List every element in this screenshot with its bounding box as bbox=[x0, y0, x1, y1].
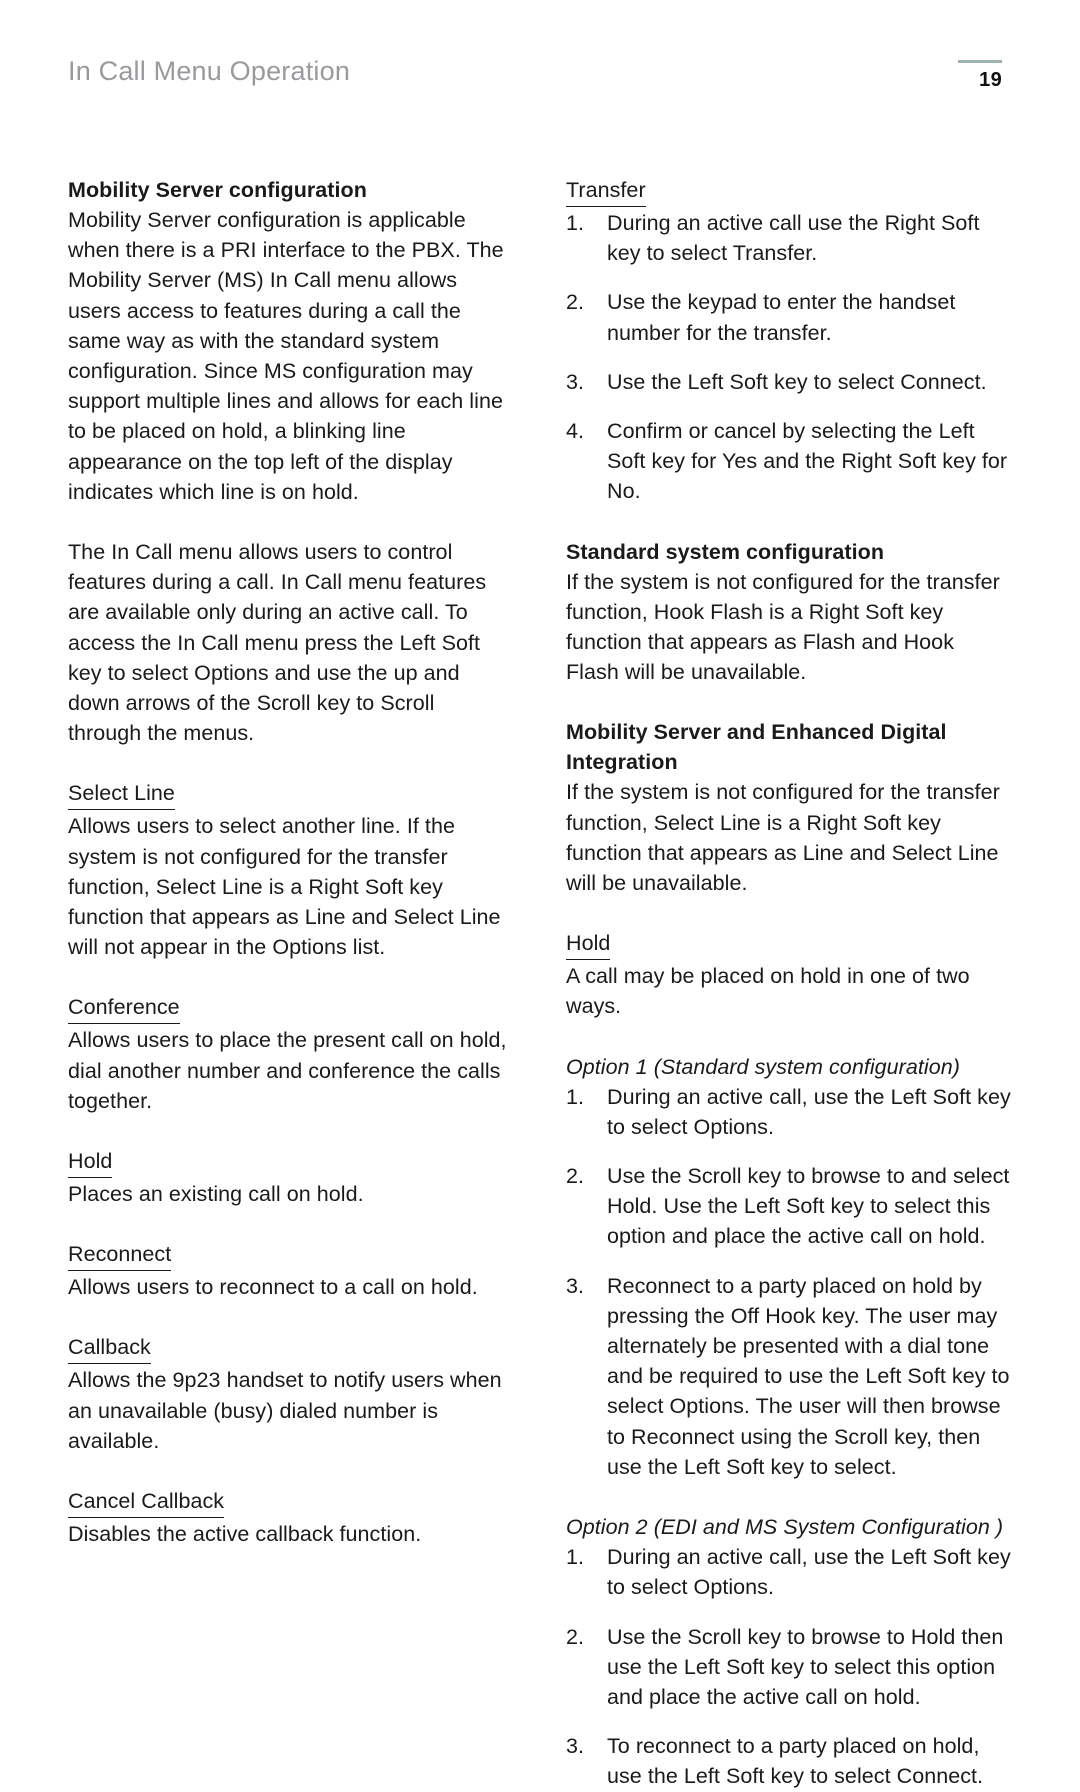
heading-transfer: Transfer bbox=[566, 175, 646, 207]
list-marker: 2. bbox=[566, 290, 585, 315]
list-marker: 2. bbox=[566, 1164, 585, 1189]
left-column: Mobility Server configuration Mobility S… bbox=[68, 175, 513, 1792]
list-marker: 3. bbox=[566, 1734, 585, 1759]
list-item-text: Confirm or cancel by selecting the Left … bbox=[607, 419, 1008, 504]
list-item: 3. Reconnect to a party placed on hold b… bbox=[566, 1271, 1012, 1482]
list-marker: 3. bbox=[566, 369, 585, 394]
paragraph-hold: Places an existing call on hold. bbox=[68, 1182, 364, 1207]
subheading-wrap-select-line: Select Line bbox=[68, 778, 513, 811]
list-item: 2. Use the Scroll key to browse to and s… bbox=[566, 1161, 1012, 1252]
list-option-1-steps: 1. During an active call, use the Left S… bbox=[566, 1082, 1012, 1482]
heading-conference: Conference bbox=[68, 992, 180, 1025]
heading-reconnect: Reconnect bbox=[68, 1239, 172, 1272]
list-item: 1. During an active call use the Right S… bbox=[566, 208, 1012, 268]
folio-rule bbox=[958, 60, 1002, 63]
list-option-2-steps: 1. During an active call, use the Left S… bbox=[566, 1542, 1012, 1791]
paragraph-in-call-menu: The In Call menu allows users to control… bbox=[68, 540, 487, 746]
right-column: Transfer 1. During an active call use th… bbox=[566, 175, 1012, 1792]
heading-mobility-server-and-edi: Mobility Server and Enhanced Digital Int… bbox=[566, 720, 947, 775]
list-item: 3. Use the Left Soft key to select Conne… bbox=[566, 367, 1012, 397]
heading-select-line: Select Line bbox=[68, 778, 175, 811]
list-item: 3. To reconnect to a party placed on hol… bbox=[566, 1731, 1012, 1791]
paragraph-mobility-server-and-edi: If the system is not configured for the … bbox=[566, 780, 1000, 896]
list-item-text: Reconnect to a party placed on hold by p… bbox=[607, 1273, 1010, 1479]
heading-hold: Hold bbox=[68, 1146, 113, 1179]
paragraph-callback: Allows the 9p23 handset to notify users … bbox=[68, 1368, 502, 1453]
subheading-wrap-hold: Hold bbox=[68, 1146, 513, 1179]
paragraph-standard-system-configuration: If the system is not configured for the … bbox=[566, 569, 1000, 685]
subheading-wrap-conference: Conference bbox=[68, 992, 513, 1025]
paragraph-mobility-server-intro: Mobility Server configuration is applica… bbox=[68, 208, 504, 504]
subheading-wrap-callback: Callback bbox=[68, 1332, 513, 1365]
list-item: 1. During an active call, use the Left S… bbox=[566, 1082, 1012, 1142]
list-item-text: During an active call, use the Left Soft… bbox=[607, 1084, 1011, 1139]
list-item: 2. Use the keypad to enter the handset n… bbox=[566, 287, 1012, 347]
paragraph-select-line: Allows users to select another line. If … bbox=[68, 814, 501, 960]
subheading-wrap-cancel-callback: Cancel Callback bbox=[68, 1486, 513, 1519]
subheading-wrap-hold-right: Hold bbox=[566, 928, 1012, 961]
content-columns: Mobility Server configuration Mobility S… bbox=[68, 175, 1012, 1792]
heading-option-2: Option 2 (EDI and MS System Configuratio… bbox=[566, 1515, 1004, 1540]
list-item: 4. Confirm or cancel by selecting the Le… bbox=[566, 416, 1012, 507]
subheading-wrap-transfer: Transfer bbox=[566, 175, 1012, 208]
list-item-text: During an active call use the Right Soft… bbox=[607, 211, 980, 266]
list-marker: 4. bbox=[566, 419, 585, 444]
paragraph-reconnect: Allows users to reconnect to a call on h… bbox=[68, 1275, 478, 1300]
list-marker: 1. bbox=[566, 1084, 585, 1109]
paragraph-hold-right: A call may be placed on hold in one of t… bbox=[566, 964, 970, 1019]
list-item: 2. Use the Scroll key to browse to Hold … bbox=[566, 1622, 1012, 1713]
heading-standard-system-configuration: Standard system configuration bbox=[566, 539, 885, 564]
heading-cancel-callback: Cancel Callback bbox=[68, 1486, 225, 1519]
paragraph-conference: Allows users to place the present call o… bbox=[68, 1028, 507, 1113]
list-item-text: Use the Scroll key to browse to Hold the… bbox=[607, 1624, 1004, 1709]
page-title: In Call Menu Operation bbox=[68, 56, 351, 86]
list-item-text: To reconnect to a party placed on hold, … bbox=[607, 1734, 984, 1789]
list-item-text: Use the keypad to enter the handset numb… bbox=[607, 290, 956, 345]
heading-hold-right: Hold bbox=[566, 928, 611, 961]
heading-callback: Callback bbox=[68, 1332, 151, 1365]
subheading-wrap-reconnect: Reconnect bbox=[68, 1239, 513, 1272]
list-item-text: Use the Left Soft key to select Connect. bbox=[607, 369, 987, 394]
paragraph-cancel-callback: Disables the active callback function. bbox=[68, 1522, 422, 1547]
list-marker: 1. bbox=[566, 1545, 585, 1570]
list-item-text: Use the Scroll key to browse to and sele… bbox=[607, 1164, 1010, 1249]
heading-mobility-server-configuration: Mobility Server configuration bbox=[68, 178, 367, 202]
folio: 19 bbox=[944, 60, 1002, 92]
list-marker: 1. bbox=[566, 211, 585, 235]
list-transfer-steps: 1. During an active call use the Right S… bbox=[566, 208, 1012, 507]
list-marker: 2. bbox=[566, 1624, 585, 1649]
list-item: 1. During an active call, use the Left S… bbox=[566, 1542, 1012, 1602]
page-number: 19 bbox=[979, 69, 1002, 91]
list-item-text: During an active call, use the Left Soft… bbox=[607, 1545, 1011, 1600]
heading-option-1: Option 1 (Standard system configuration) bbox=[566, 1054, 960, 1079]
manual-page: In Call Menu Operation 19 Mobility Serve… bbox=[0, 0, 1080, 1788]
list-marker: 3. bbox=[566, 1273, 585, 1298]
